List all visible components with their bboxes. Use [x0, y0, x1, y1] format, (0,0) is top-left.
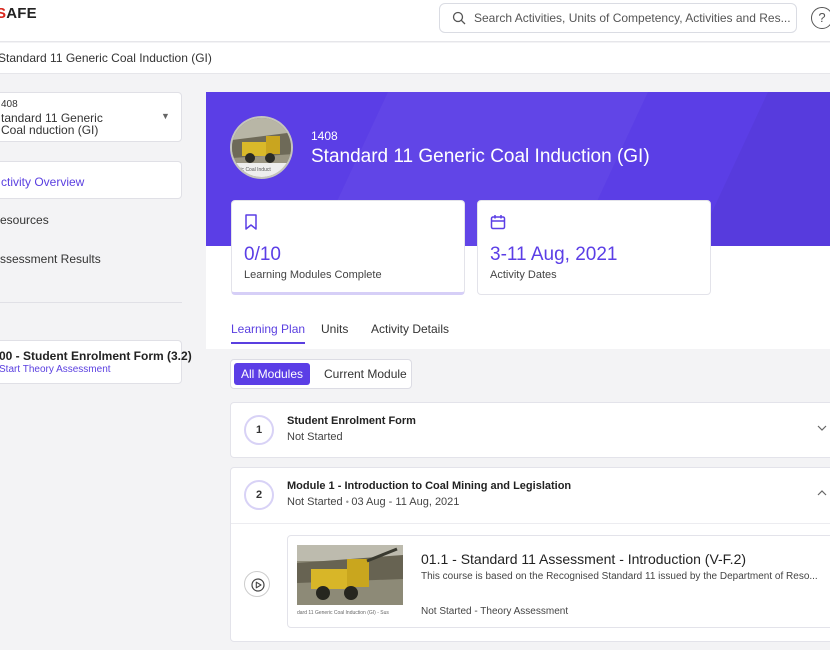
activity-avatar: eric Coal Induct — [230, 116, 293, 179]
module-filter: All Modules Current Module — [230, 359, 412, 389]
selector-code: 408 — [1, 99, 18, 110]
help-icon[interactable]: ? — [811, 7, 830, 29]
sidebar-item-resources[interactable]: esources — [0, 200, 182, 238]
top-bar: SAFE ? — [0, 0, 830, 42]
calendar-icon — [490, 215, 506, 230]
sidebar-item-activity-overview[interactable]: ctivity Overview — [0, 161, 182, 199]
sidebar-item-label: esources — [0, 213, 49, 227]
activity-dates-value: 3-11 Aug, 2021 — [490, 244, 618, 265]
modules-complete-value: 0/10 — [244, 244, 281, 265]
module-dates: 03 Aug - 11 Aug, 2021 — [351, 496, 460, 508]
sidebar-item-assessment-results[interactable]: ssessment Results — [0, 239, 182, 277]
activity-dates-card: 3-11 Aug, 2021 Activity Dates — [477, 200, 711, 295]
thumbnail-caption: dard 11 Generic Coal Induction (GI) - Su… — [297, 610, 389, 616]
start-assessment-link[interactable]: Start Theory Assessment — [0, 364, 111, 375]
play-icon[interactable] — [244, 571, 270, 597]
module-number: 2 — [244, 480, 274, 510]
course-thumbnail — [297, 545, 403, 605]
sidebar-item-label: ssessment Results — [0, 252, 101, 266]
module-divider — [231, 523, 830, 524]
mining-truck-image: eric Coal Induct — [232, 118, 291, 177]
sidebar-divider — [0, 302, 182, 303]
module-status: Not Started — [287, 431, 343, 443]
module-status: Not Started — [287, 496, 343, 508]
course-card[interactable]: dard 11 Generic Coal Induction (GI) - Su… — [287, 535, 830, 628]
learning-plan-content: All Modules Current Module 1 Student Enr… — [206, 349, 830, 650]
search-input[interactable] — [474, 8, 792, 28]
chevron-down-icon[interactable] — [817, 423, 827, 433]
course-description: This course is based on the Recognised S… — [421, 571, 818, 582]
modules-complete-label: Learning Modules Complete — [244, 269, 382, 281]
activity-dates-label: Activity Dates — [490, 269, 557, 281]
search-box[interactable] — [439, 3, 797, 33]
chevron-up-icon[interactable] — [817, 488, 827, 498]
avatar-caption: eric Coal Induct — [236, 167, 271, 173]
search-icon — [452, 11, 466, 25]
tab-learning-plan[interactable]: Learning Plan — [231, 322, 306, 344]
activity-code: 1408 — [311, 129, 338, 143]
app-logo[interactable]: SAFE — [0, 5, 37, 22]
selector-name: tandard 11 Generic Coal nduction (GI) — [1, 111, 103, 137]
bookmark-icon — [245, 214, 257, 230]
activity-selector[interactable]: 408 tandard 11 Generic Coal nduction (GI… — [0, 92, 182, 142]
logo-text: AFE — [6, 5, 37, 22]
module-item[interactable]: 1 Student Enrolment Form Not Started — [230, 402, 830, 458]
pending-task-title: 00 - Student Enrolment Form (3.2) — [0, 349, 192, 363]
sidebar-item-label: ctivity Overview — [1, 175, 85, 189]
modules-complete-card: 0/10 Learning Modules Complete — [231, 200, 465, 295]
course-status: Not Started - Theory Assessment — [421, 606, 569, 617]
module-number: 1 — [244, 415, 274, 445]
page-title: Standard 11 Generic Coal Induction (GI) — [311, 146, 650, 167]
module-title: Student Enrolment Form — [287, 415, 416, 427]
module-title: Module 1 - Introduction to Coal Mining a… — [287, 480, 572, 492]
course-title[interactable]: 01.1 - Standard 11 Assessment - Introduc… — [421, 551, 746, 567]
tab-activity-details[interactable]: Activity Details — [371, 322, 449, 336]
tab-units[interactable]: Units — [321, 322, 348, 336]
breadcrumb: Standard 11 Generic Coal Induction (GI) — [0, 43, 830, 74]
current-module-button[interactable]: Current Module — [324, 363, 407, 385]
module-meta: Not Started • 03 Aug - 11 Aug, 2021 — [287, 496, 459, 508]
all-modules-button[interactable]: All Modules — [234, 363, 310, 385]
module-item[interactable]: 2 Module 1 - Introduction to Coal Mining… — [230, 467, 830, 642]
pending-task-card[interactable]: 00 - Student Enrolment Form (3.2) Start … — [0, 340, 192, 384]
chevron-down-icon: ▼ — [161, 111, 170, 121]
breadcrumb-item[interactable]: Standard 11 Generic Coal Induction (GI) — [0, 51, 212, 65]
main-panel: eric Coal Induct 1408 Standard 11 Generi… — [206, 92, 830, 650]
